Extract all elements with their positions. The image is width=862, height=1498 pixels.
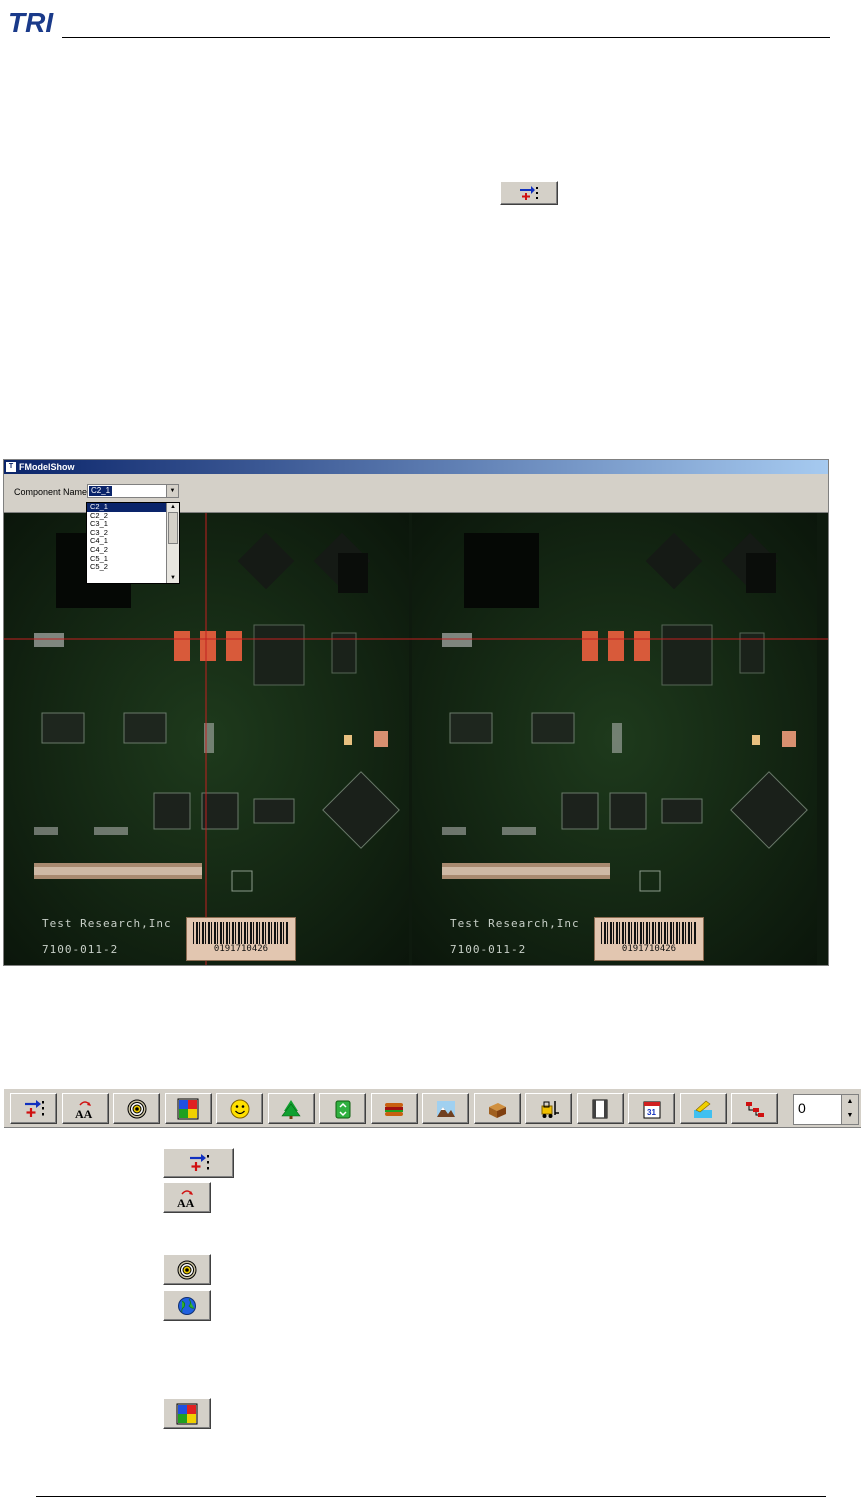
toolbar-position-button[interactable] (10, 1093, 57, 1124)
svg-text:AA: AA (75, 1107, 93, 1120)
dropdown-scrollbar[interactable]: ▲ ▼ (166, 503, 179, 583)
water-icon (694, 1100, 712, 1118)
forklift-icon (541, 1100, 559, 1118)
chevron-down-icon[interactable]: ▼ (166, 485, 178, 497)
tree-icon (281, 1099, 301, 1119)
component-dropdown-list[interactable]: C2_1 C2_2 C3_1 C3_2 C4_1 C4_2 C5_1 C5_2 ▲ ▼ (86, 502, 180, 584)
branch-icon (745, 1101, 764, 1117)
legend-globe-button[interactable] (163, 1290, 211, 1321)
spin-up-icon[interactable]: ▲ (842, 1095, 858, 1109)
scroll-up-icon[interactable]: ▲ (167, 503, 179, 512)
footer-rule (36, 1496, 826, 1497)
smiley-icon (230, 1099, 249, 1118)
barcode-right: 0191710426 (594, 917, 704, 961)
position-icon (520, 186, 538, 200)
legend-target-button[interactable] (163, 1254, 211, 1285)
target-icon (177, 1260, 197, 1279)
barcode-number: 0191710426 (621, 944, 677, 954)
svg-text:31: 31 (647, 1108, 656, 1117)
zoom-spinbox[interactable]: 0 ▲ ▼ (793, 1094, 859, 1125)
dropdown-option[interactable]: C5_2 (87, 563, 167, 572)
toolbar-target-button[interactable] (113, 1093, 160, 1124)
spin-buttons[interactable]: ▲ ▼ (841, 1095, 858, 1124)
toolbar-burger-button[interactable] (370, 1093, 418, 1124)
legend-position-button[interactable] (163, 1148, 234, 1178)
burger-icon (385, 1102, 403, 1116)
app-icon: T (6, 462, 16, 472)
barcode-bars (193, 922, 289, 944)
toolbar-puzzle-button[interactable] (164, 1093, 212, 1124)
tri-logo: TRI (8, 7, 54, 38)
legend-text-button[interactable]: AA (163, 1182, 211, 1213)
spin-value: 0 (798, 1100, 806, 1116)
scroll-down-icon[interactable]: ▼ (167, 574, 179, 583)
toolbar-text-aa-button[interactable]: AA (61, 1093, 109, 1124)
position-button-inline[interactable] (500, 181, 558, 205)
board-company-right: Test Research,Inc (450, 917, 580, 930)
board-company-left: Test Research,Inc (42, 917, 172, 930)
component-name-select[interactable]: C2_1 ▼ (87, 484, 179, 498)
svg-text:TRI: TRI (8, 7, 54, 38)
dropdown-options: C2_1 C2_2 C3_1 C3_2 C4_1 C4_2 C5_1 C5_2 (87, 502, 167, 572)
component-name-value: C2_1 (89, 486, 113, 496)
position-icon (189, 1154, 209, 1171)
text-aa-icon: AA (75, 1100, 93, 1120)
puzzle-icon (177, 1098, 199, 1119)
box-icon (489, 1102, 506, 1118)
title-bar: T FModelShow (4, 460, 828, 474)
component-name-label: Component Name: (14, 487, 90, 497)
toolbar-calendar-button[interactable]: 31 (628, 1093, 675, 1124)
toolbar-recycle-button[interactable] (319, 1093, 366, 1124)
toolbar-smiley-button[interactable] (216, 1093, 263, 1124)
toolbar-forklift-button[interactable] (525, 1093, 572, 1124)
header-rule (62, 37, 830, 38)
spin-down-icon[interactable]: ▼ (842, 1109, 858, 1123)
scroll-thumb[interactable] (168, 512, 178, 544)
toolbar-branch-button[interactable] (731, 1093, 778, 1124)
toolbar-tree-button[interactable] (267, 1093, 315, 1124)
fmodelshow-window: T FModelShow Component Name: C2_1 ▼ Test… (3, 459, 829, 966)
window-title: FModelShow (19, 462, 75, 472)
svg-text:AA: AA (177, 1196, 195, 1209)
landscape-icon (436, 1100, 455, 1117)
toolbar-landscape-button[interactable] (422, 1093, 469, 1124)
calendar-icon: 31 (643, 1101, 660, 1118)
film-icon (592, 1099, 608, 1118)
legend-puzzle-button[interactable] (163, 1398, 211, 1429)
position-icon (24, 1099, 44, 1117)
recycle-icon (335, 1100, 350, 1118)
main-toolbar: AA 31 0 ▲ ▼ (4, 1088, 861, 1128)
toolbar-box-button[interactable] (473, 1093, 521, 1124)
toolbar-film-button[interactable] (576, 1093, 624, 1124)
toolbar-water-button[interactable] (679, 1093, 727, 1124)
board-part-right: 7100-011-2 (450, 943, 527, 956)
globe-icon (178, 1296, 196, 1315)
board-part-left: 7100-011-2 (42, 943, 119, 956)
barcode-number: 0191710426 (213, 944, 269, 954)
puzzle-icon (176, 1403, 198, 1424)
barcode-bars (601, 922, 697, 944)
text-aa-icon: AA (177, 1189, 195, 1209)
target-icon (127, 1099, 146, 1118)
barcode-left: 0191710426 (186, 917, 296, 961)
